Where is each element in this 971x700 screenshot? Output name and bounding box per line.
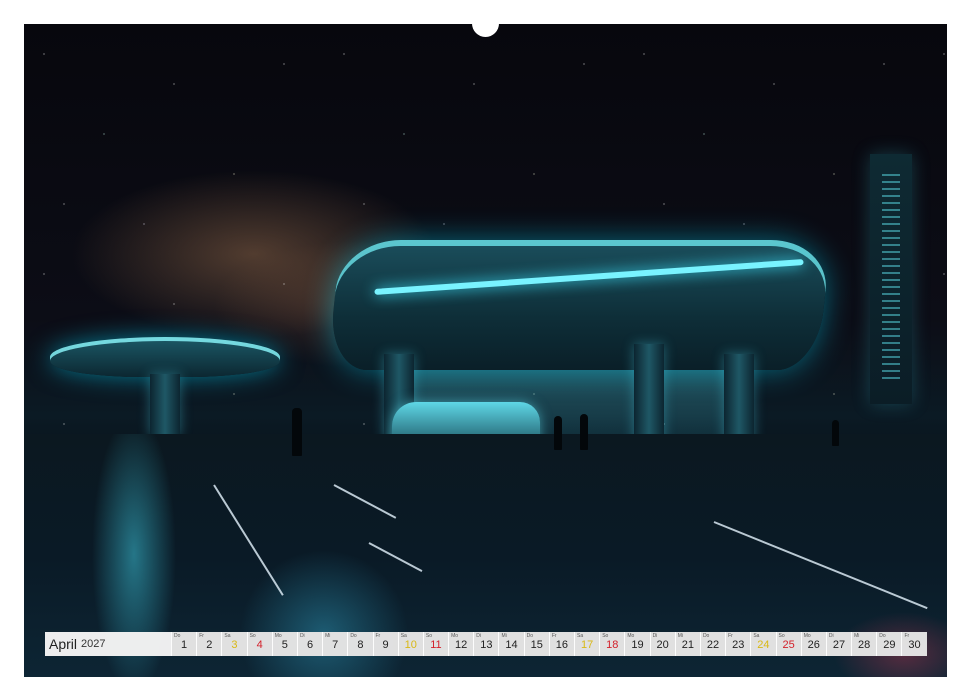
day-cell: Fr 9 bbox=[372, 632, 398, 656]
futuristic-station-photo bbox=[24, 24, 947, 677]
day-cell: Fr 16 bbox=[548, 632, 574, 656]
day-number: 4 bbox=[256, 639, 263, 651]
main-canopy-pillar-far bbox=[724, 354, 754, 444]
day-number: 24 bbox=[757, 639, 770, 651]
day-number: 20 bbox=[656, 639, 669, 651]
day-cells: Do 1 Fr 2 Sa 3 So 4 Mo 5 Di 6 Mi 7 Do 8 Fr 9 Sa 10 So 11 Mo 12 D… bbox=[171, 632, 927, 656]
silhouette-person bbox=[292, 408, 302, 456]
day-number: 22 bbox=[706, 639, 720, 651]
day-cell: Mi 21 bbox=[674, 632, 700, 656]
day-number: 6 bbox=[306, 639, 314, 651]
day-number: 25 bbox=[782, 639, 795, 651]
day-cell: Do 15 bbox=[523, 632, 549, 656]
day-number: 30 bbox=[908, 639, 921, 651]
day-number: 28 bbox=[858, 639, 871, 651]
day-cell: So 4 bbox=[246, 632, 272, 656]
day-cell: Do 8 bbox=[347, 632, 373, 656]
main-station-canopy bbox=[327, 240, 831, 370]
day-cell: Mo 19 bbox=[624, 632, 650, 656]
day-number: 3 bbox=[231, 639, 238, 651]
day-number: 26 bbox=[807, 639, 820, 651]
distant-tower bbox=[870, 154, 912, 404]
month-year: 2027 bbox=[81, 638, 106, 650]
day-number: 1 bbox=[181, 639, 188, 651]
calendar-date-strip: April 2027 Do 1 Fr 2 Sa 3 So 4 Mo 5 Di 6 Mi 7 Do 8 Fr 9 Sa… bbox=[45, 632, 927, 656]
day-number: 9 bbox=[382, 639, 389, 651]
day-cell: Mi 7 bbox=[322, 632, 348, 656]
day-cell: Fr 23 bbox=[725, 632, 751, 656]
day-number: 5 bbox=[281, 639, 288, 651]
day-number: 18 bbox=[606, 639, 619, 651]
day-number: 21 bbox=[681, 639, 694, 651]
calendar-hanging-hole bbox=[472, 10, 499, 37]
day-cell: Fr 30 bbox=[901, 632, 927, 656]
day-cell: Do 1 bbox=[171, 632, 197, 656]
day-number: 13 bbox=[480, 639, 493, 651]
day-number: 2 bbox=[206, 639, 213, 651]
day-cell: Do 22 bbox=[699, 632, 726, 656]
day-number: 23 bbox=[732, 639, 745, 651]
small-canopy-structure bbox=[50, 337, 280, 377]
day-cell: Di 27 bbox=[825, 632, 852, 656]
day-number: 8 bbox=[357, 639, 364, 651]
day-cell: So 25 bbox=[775, 632, 801, 656]
day-number: 12 bbox=[455, 639, 468, 651]
silhouette-person bbox=[580, 414, 588, 450]
silhouette-person bbox=[832, 420, 839, 446]
day-number: 11 bbox=[430, 639, 442, 651]
day-cell: Sa 24 bbox=[750, 632, 776, 656]
silhouette-person bbox=[554, 416, 562, 450]
day-number: 15 bbox=[530, 639, 543, 651]
day-cell: Mo 26 bbox=[800, 632, 826, 656]
day-number: 19 bbox=[631, 639, 644, 651]
month-label: April 2027 bbox=[45, 632, 171, 656]
day-number: 29 bbox=[883, 639, 896, 651]
day-number: 10 bbox=[404, 639, 417, 651]
day-number: 16 bbox=[555, 639, 569, 651]
day-cell: Di 20 bbox=[649, 632, 675, 656]
day-cell: So 18 bbox=[599, 632, 625, 656]
day-number: 17 bbox=[580, 639, 594, 651]
day-cell: Mo 5 bbox=[271, 632, 297, 656]
day-cell: Sa 17 bbox=[574, 632, 600, 656]
day-cell: Fr 2 bbox=[196, 632, 222, 656]
day-number: 27 bbox=[832, 639, 846, 651]
day-number: 7 bbox=[332, 639, 339, 651]
day-cell: So 11 bbox=[422, 632, 449, 656]
day-cell: Di 6 bbox=[296, 632, 323, 656]
day-number: 14 bbox=[505, 639, 518, 651]
day-cell: Mi 14 bbox=[498, 632, 524, 656]
day-cell: Sa 3 bbox=[221, 632, 247, 656]
day-cell: Di 13 bbox=[473, 632, 499, 656]
month-name: April bbox=[49, 636, 78, 652]
day-cell: Sa 10 bbox=[397, 632, 423, 656]
small-canopy-pillar bbox=[150, 374, 180, 436]
day-cell: Mi 28 bbox=[851, 632, 877, 656]
day-cell: Do 29 bbox=[876, 632, 902, 656]
day-cell: Mo 12 bbox=[448, 632, 474, 656]
